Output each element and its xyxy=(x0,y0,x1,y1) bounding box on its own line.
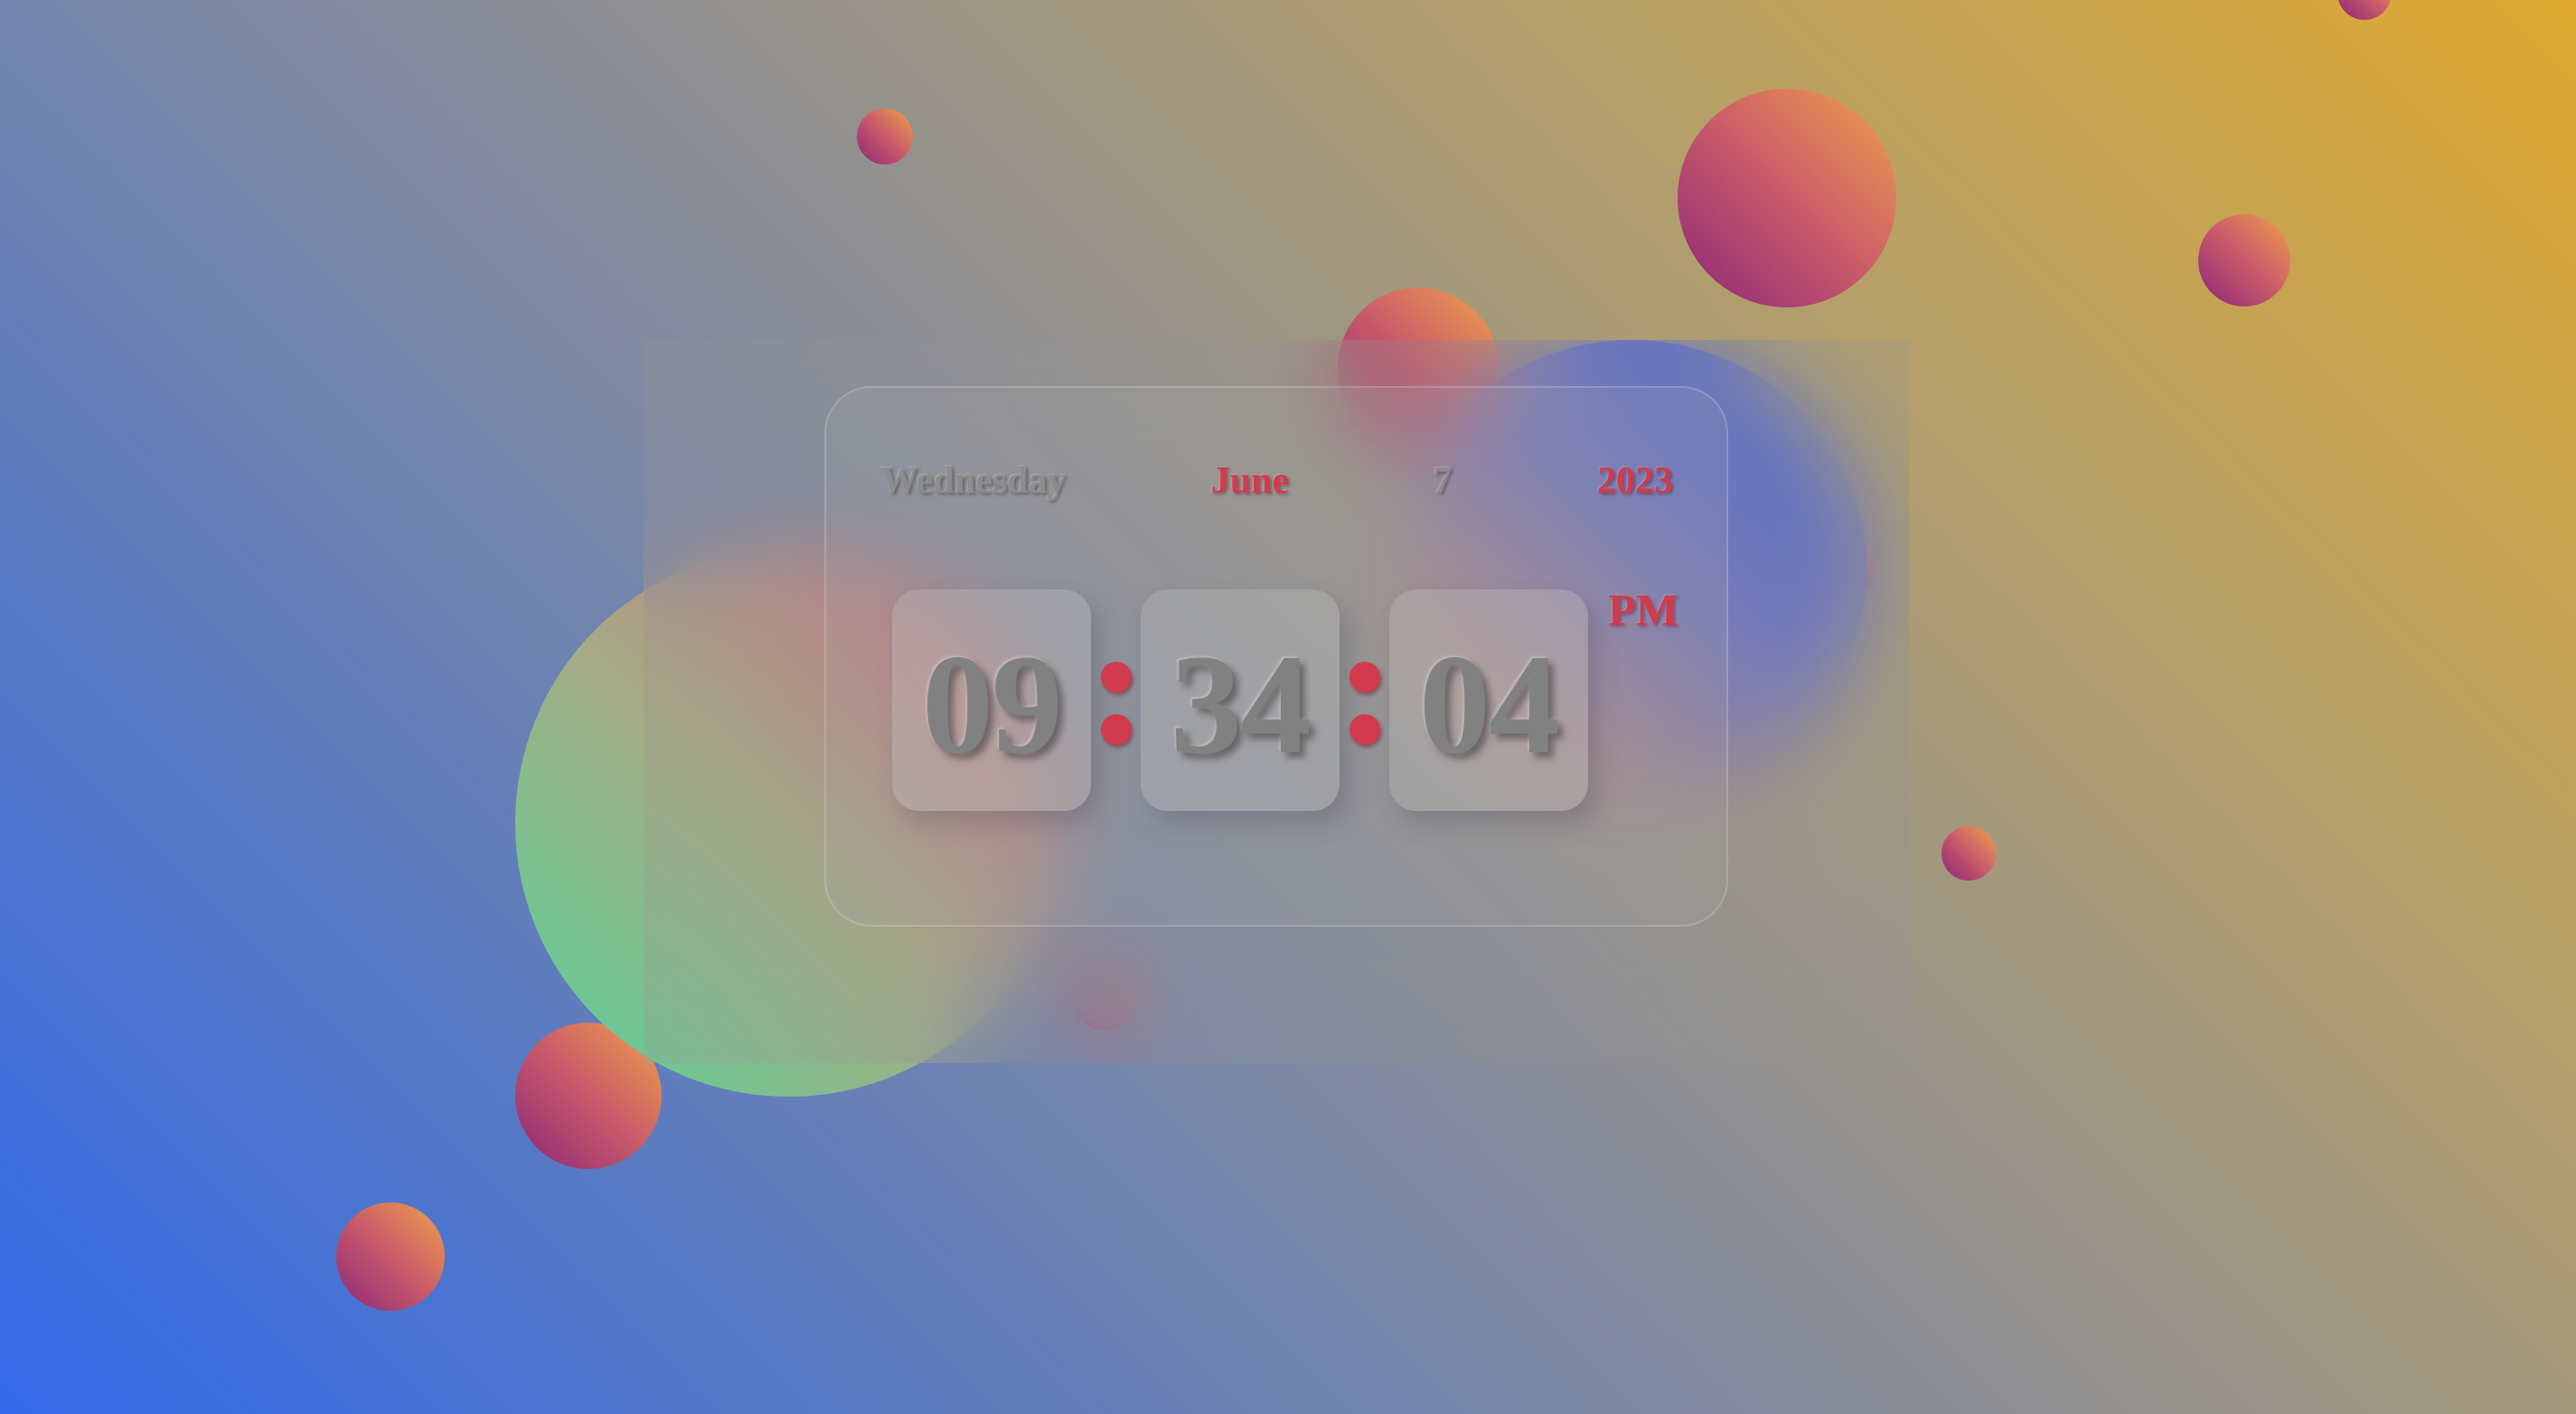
day-number: 7 xyxy=(1433,460,1453,502)
minutes-box: 34 xyxy=(1141,589,1340,811)
separator-dot xyxy=(1349,714,1380,745)
minutes-value: 34 xyxy=(1170,625,1312,784)
decorative-orb xyxy=(1678,89,1896,307)
year: 2023 xyxy=(1597,460,1673,502)
seconds-value: 04 xyxy=(1419,625,1560,784)
hours-box: 09 xyxy=(892,589,1091,811)
time-separator xyxy=(1095,627,1137,763)
hours-value: 09 xyxy=(922,625,1063,784)
month-name: June xyxy=(1210,460,1290,502)
separator-dot xyxy=(1101,714,1132,745)
decorative-orb xyxy=(2198,214,2290,306)
decorative-orb xyxy=(857,108,913,165)
separator-dot xyxy=(1101,662,1132,693)
meridiem-label: PM xyxy=(1608,584,1678,635)
time-separator xyxy=(1344,627,1386,763)
decorative-orb xyxy=(1941,826,1996,881)
seconds-box: 04 xyxy=(1389,589,1588,811)
day-name: Wednesday xyxy=(880,460,1067,502)
decorative-orb xyxy=(336,1202,445,1311)
separator-dot xyxy=(1349,662,1380,693)
decorative-orb xyxy=(2337,0,2392,20)
